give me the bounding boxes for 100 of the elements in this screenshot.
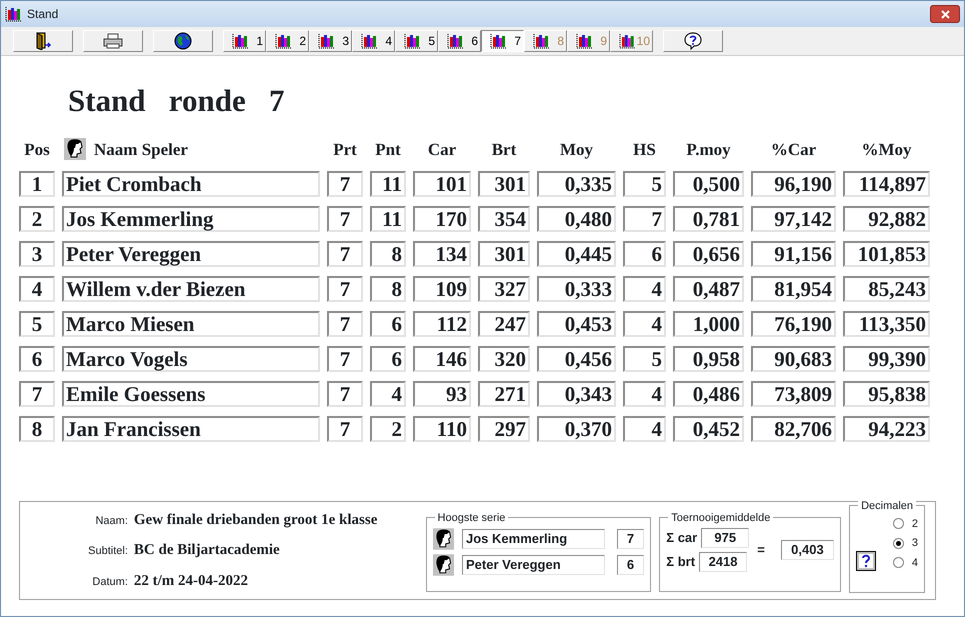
table-cell: 2: [370, 416, 406, 442]
toolbar-button[interactable]: [153, 30, 213, 52]
table-cell: 1,000: [673, 311, 744, 337]
table-cell: 76,190: [751, 311, 836, 337]
table-cell: 109: [413, 276, 471, 302]
head-icon: [64, 138, 86, 160]
table-cell: 7: [327, 416, 363, 442]
bar-chart-icon: [404, 33, 422, 49]
table-cell: Peter Vereggen: [62, 241, 320, 267]
table-cell: 297: [478, 416, 530, 442]
table-cell: 97,142: [751, 206, 836, 232]
group-title: Toernooigemiddelde: [668, 510, 774, 526]
page-heading: Stand ronde 7: [67, 82, 286, 120]
table-cell: 99,390: [843, 346, 930, 372]
table-cell: 170: [413, 206, 471, 232]
head-icon: [432, 554, 454, 576]
table-cell: 81,954: [751, 276, 836, 302]
radio-button[interactable]: [892, 557, 904, 568]
bar-chart-icon: [490, 33, 508, 49]
table-cell: 0,486: [673, 381, 744, 407]
table-cell: 301: [478, 171, 530, 197]
round-button[interactable]: 1: [223, 30, 266, 52]
table-cell: 134: [413, 241, 471, 267]
table-cell: 93: [413, 381, 471, 407]
table-cell: 0,452: [673, 416, 744, 442]
field-value: BC de Biljartacademie: [134, 541, 281, 560]
table-cell: 1: [19, 171, 55, 197]
column-header: HS: [632, 138, 657, 160]
round-button[interactable]: 2: [266, 30, 309, 52]
help-icon: [683, 32, 703, 50]
table-cell: 0,370: [537, 416, 616, 442]
head-icon: [432, 528, 454, 550]
table-cell: 101: [413, 171, 471, 197]
column-header: Prt: [332, 138, 358, 160]
sum-field: 2418: [699, 552, 748, 572]
table-cell: 91,156: [751, 241, 836, 267]
table-cell: 4: [19, 276, 55, 302]
table-cell: Jan Francissen: [62, 416, 320, 442]
table-cell: 0,335: [537, 171, 616, 197]
table-cell: 4: [623, 381, 666, 407]
radio-button[interactable]: [892, 538, 904, 549]
table-cell: 7: [327, 171, 363, 197]
window-title: Stand: [27, 6, 60, 23]
toolbar-button[interactable]: [663, 30, 723, 52]
table-cell: 96,190: [751, 171, 836, 197]
table-cell: 320: [478, 346, 530, 372]
radio-button[interactable]: [892, 518, 904, 530]
table-cell: 5: [623, 346, 666, 372]
column-header: Car: [426, 138, 458, 160]
field-value: 22 t/m 24-04-2022: [134, 572, 250, 591]
group-title: Hoogste serie: [434, 510, 508, 526]
table-cell: 247: [478, 311, 530, 337]
column-header: P.moy: [685, 138, 732, 161]
table-cell: 92,882: [843, 206, 930, 232]
table-cell: 7: [327, 241, 363, 267]
bar-chart-icon: [232, 33, 250, 49]
table-cell: 110: [413, 416, 471, 442]
table-cell: 0,456: [537, 346, 616, 372]
table-cell: 3: [19, 241, 55, 267]
value-field: 6: [616, 555, 644, 575]
sum-label: Σ brt: [666, 553, 696, 572]
round-button[interactable]: 6: [438, 30, 481, 52]
table-cell: 6: [370, 311, 406, 337]
bar-chart-icon: [619, 33, 637, 49]
round-button[interactable]: 7: [481, 30, 524, 52]
table-cell: 4: [623, 311, 666, 337]
table-cell: 354: [478, 206, 530, 232]
round-button[interactable]: 3: [309, 30, 352, 52]
toolbar-button[interactable]: [83, 30, 143, 52]
table-cell: 0,500: [673, 171, 744, 197]
sum-field: 975: [701, 528, 750, 548]
field-label: Subtitel:: [87, 544, 128, 560]
table-cell: 113,350: [843, 311, 930, 337]
bar-chart-icon: [576, 33, 594, 49]
bar-chart-icon: [533, 33, 551, 49]
table-cell: 146: [413, 346, 471, 372]
table-cell: 6: [623, 241, 666, 267]
bar-chart-icon: [275, 33, 293, 49]
field-label: Naam:: [94, 514, 128, 529]
table-cell: 4: [623, 276, 666, 302]
radio-label: 4: [912, 556, 918, 570]
table-cell: 7: [19, 381, 55, 407]
round-button[interactable]: 5: [395, 30, 438, 52]
column-header: %Moy: [860, 138, 913, 161]
app-icon: [5, 6, 23, 22]
door-icon: [34, 32, 52, 50]
name-field: Peter Vereggen: [462, 555, 605, 575]
close-button[interactable]: [930, 5, 960, 23]
table-cell: 0,453: [537, 311, 616, 337]
value-field: 7: [616, 529, 644, 549]
round-button[interactable]: 4: [352, 30, 395, 52]
toolbar-button[interactable]: [13, 30, 73, 52]
table-cell: 4: [370, 381, 406, 407]
table-cell: 0,480: [537, 206, 616, 232]
close-icon: [940, 10, 950, 18]
help-icon[interactable]: [856, 551, 876, 571]
table-cell: Marco Miesen: [62, 311, 320, 337]
table-cell: 94,223: [843, 416, 930, 442]
table-cell: 0,958: [673, 346, 744, 372]
table-cell: 112: [413, 311, 471, 337]
